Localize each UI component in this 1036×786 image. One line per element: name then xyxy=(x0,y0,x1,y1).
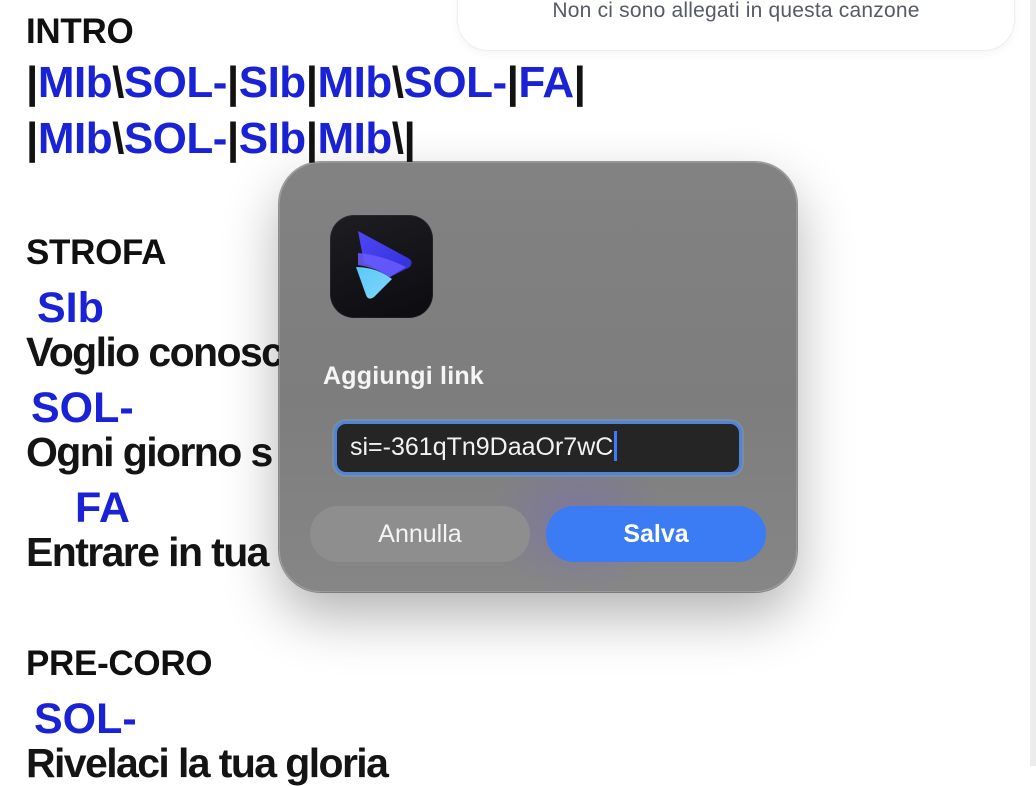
bar-separator: \ xyxy=(112,114,124,163)
add-link-dialog: Aggiungi link si=-361qTn9DaaOr7wC Annull… xyxy=(279,162,797,592)
chord: MIb xyxy=(317,114,393,163)
bar-separator: | xyxy=(26,58,38,107)
text-caret xyxy=(614,431,618,461)
chord: SIb xyxy=(238,114,306,163)
chord: SIb xyxy=(238,58,306,107)
section-title-strofa: STROFA xyxy=(26,233,167,272)
save-button[interactable]: Salva xyxy=(546,506,766,562)
bar-separator: | xyxy=(305,114,318,163)
section-title-precoro: PRE-CORO xyxy=(26,644,213,683)
bar-separator: | xyxy=(305,58,318,107)
chord: SOL- xyxy=(31,384,134,432)
no-attachments-message: Non ci sono allegati in questa canzone xyxy=(552,0,920,22)
chord: SIb xyxy=(37,284,104,332)
chord: FA xyxy=(75,484,130,532)
chord: MIb xyxy=(317,58,393,107)
section-title-intro: INTRO xyxy=(26,12,134,51)
lyric-line: Ogni giorno s xyxy=(26,429,273,475)
attachments-card: Non ci sono allegati in questa canzone xyxy=(458,0,1014,50)
bar-separator: | xyxy=(506,58,519,107)
bar-separator: \ xyxy=(112,58,124,107)
app-logo-icon xyxy=(330,215,433,318)
bar-separator: | xyxy=(573,58,586,107)
link-input-value: si=-361qTn9DaaOr7wC xyxy=(350,433,614,461)
lyric-line: Voglio conosc xyxy=(26,329,284,375)
chord: FA xyxy=(518,58,574,107)
dialog-title: Aggiungi link xyxy=(323,362,484,390)
cancel-button[interactable]: Annulla xyxy=(310,506,530,562)
bar-separator: | xyxy=(226,114,239,163)
lyric-line: Rivelaci la tua gloria xyxy=(26,740,389,786)
lyric-line: Entrare in tua xyxy=(26,529,269,575)
bar-separator: \ xyxy=(391,58,404,107)
scrollbar-track[interactable] xyxy=(1030,0,1036,766)
chord: MIb xyxy=(37,114,113,163)
bar-separator: \| xyxy=(391,114,416,163)
chord: SOL- xyxy=(34,695,137,743)
intro-chord-line-1: |MIb\SOL-|SIb|MIb\SOL-|FA| xyxy=(26,58,586,108)
chord: SOL- xyxy=(123,114,228,163)
intro-chord-line-2: |MIb\SOL-|SIb|MIb\| xyxy=(26,114,416,164)
bar-separator: | xyxy=(226,58,239,107)
chord: SOL- xyxy=(123,58,228,107)
link-input-field[interactable]: si=-361qTn9DaaOr7wC xyxy=(334,421,742,475)
chord: MIb xyxy=(37,58,113,107)
bar-separator: | xyxy=(26,114,38,163)
chord: SOL- xyxy=(403,58,508,107)
